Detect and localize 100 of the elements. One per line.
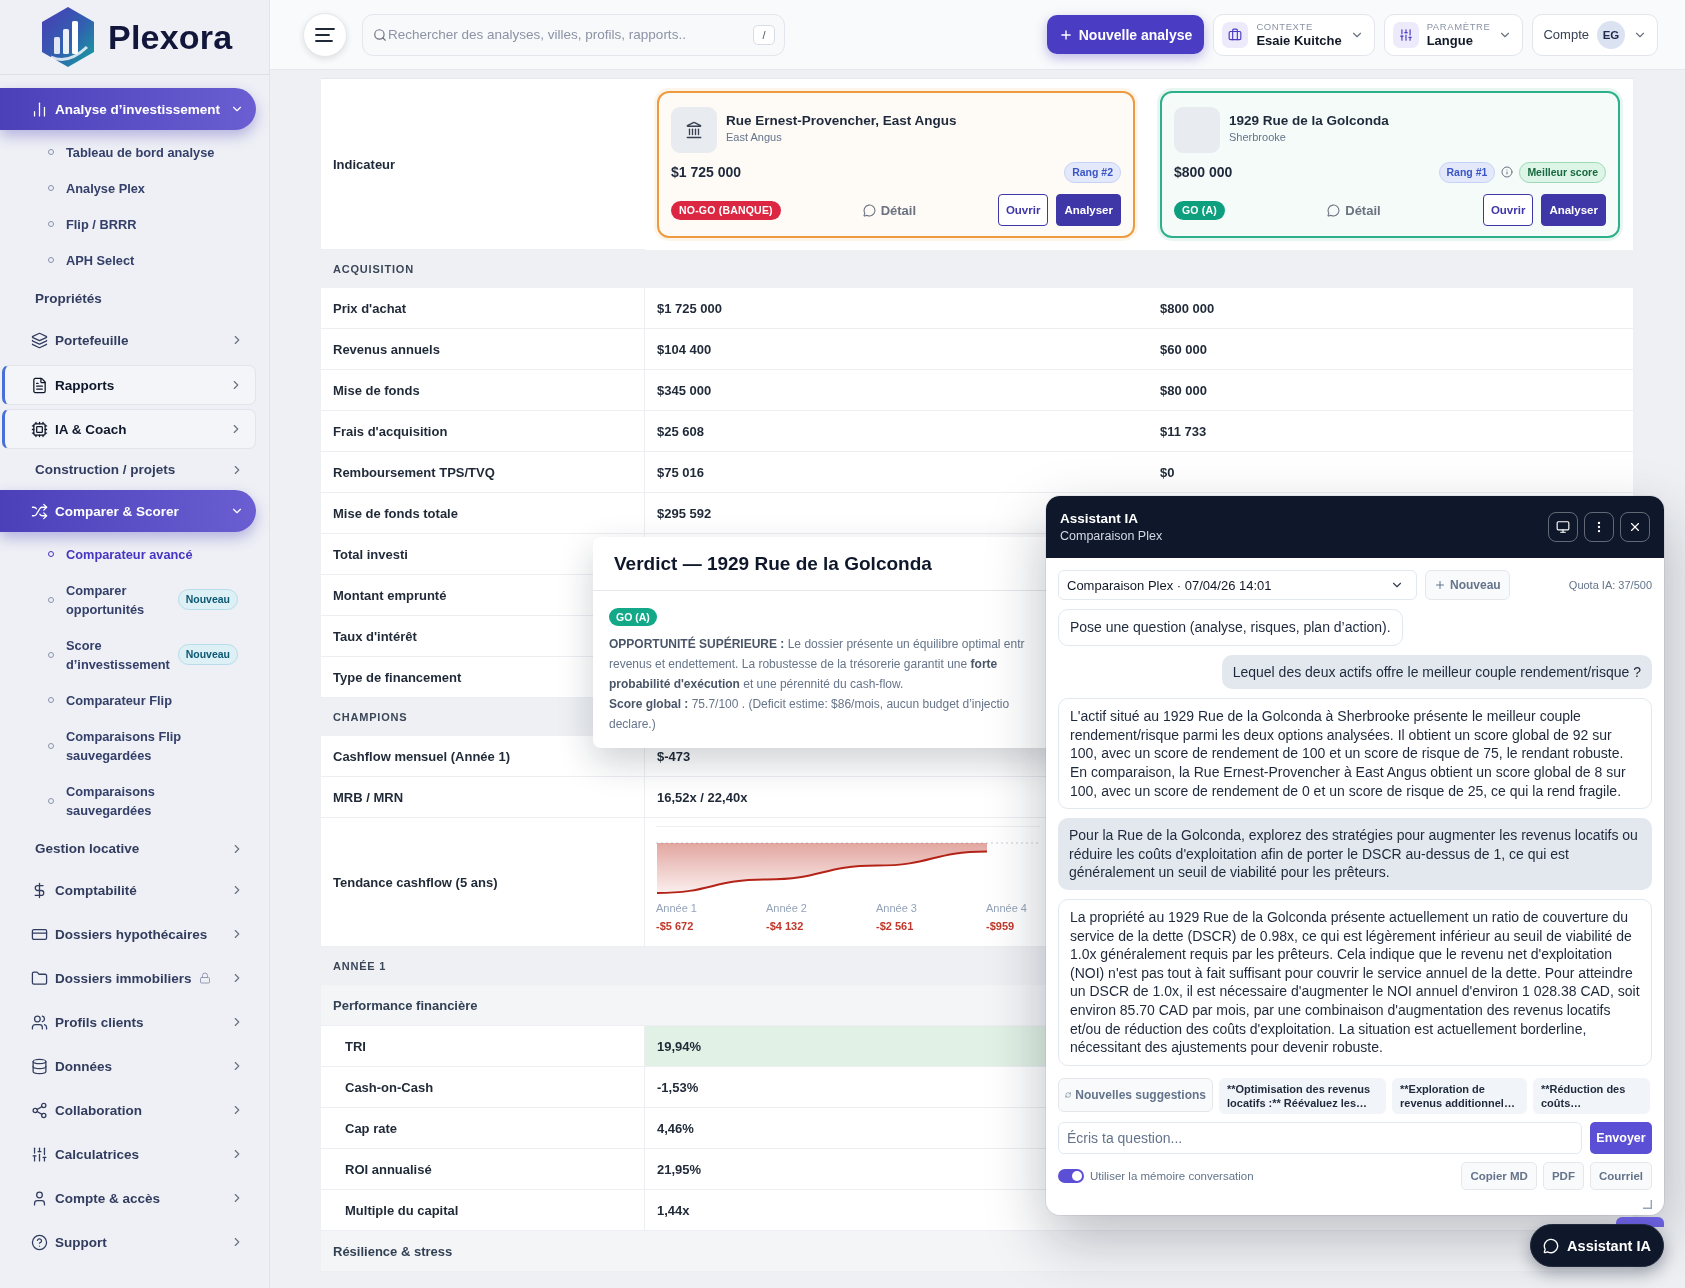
sidebar-item[interactable]: Comparer & Scorer bbox=[0, 490, 256, 532]
sidebar-subitem[interactable]: Flip / BRRR bbox=[48, 206, 238, 242]
folder-icon bbox=[31, 969, 48, 987]
analyze-button[interactable]: Analyser bbox=[1056, 194, 1121, 226]
building-icon bbox=[671, 107, 717, 153]
property-price: $800 000 bbox=[1174, 164, 1233, 180]
quota-label: Quota IA: 37/500 bbox=[1568, 579, 1652, 591]
sidebar-item[interactable]: IA & Coach bbox=[2, 409, 256, 449]
sidebar-subitem[interactable]: Tableau de bord analyse bbox=[48, 134, 238, 170]
sidebar-item[interactable]: Données bbox=[0, 1045, 256, 1087]
context-dropdown[interactable]: CONTEXTE Esaie Kuitche bbox=[1213, 13, 1375, 56]
sidebar-item[interactable]: Construction / projets bbox=[0, 451, 256, 488]
sidebar-item[interactable]: Dossiers immobiliers bbox=[0, 957, 256, 999]
question-input[interactable]: Écris ta question... bbox=[1058, 1121, 1582, 1154]
close-button[interactable] bbox=[1620, 512, 1650, 542]
value-label: -$959 bbox=[986, 920, 1015, 932]
detail-link[interactable]: Détail bbox=[1327, 202, 1381, 218]
monitor-icon bbox=[1556, 520, 1570, 534]
info-icon[interactable] bbox=[1501, 166, 1514, 178]
row-label: ROI annualisé bbox=[321, 1149, 645, 1190]
property-city: East Angus bbox=[726, 131, 783, 143]
export-button[interactable]: Courriel bbox=[1589, 1161, 1652, 1190]
open-button[interactable]: Ouvrir bbox=[1482, 194, 1534, 226]
refresh-suggestions-button[interactable]: Nouvelles suggestions bbox=[1058, 1077, 1213, 1112]
sidebar-item[interactable]: Calculatrices bbox=[0, 1133, 256, 1175]
new-conversation-button[interactable]: Nouveau bbox=[1425, 570, 1510, 600]
sidebar-subitem[interactable]: Score d’investissement Nouveau bbox=[48, 627, 238, 682]
chat-icon bbox=[1543, 1237, 1560, 1254]
sidebar-item[interactable]: Gestion locative bbox=[0, 830, 256, 867]
account-menu[interactable]: Compte EG bbox=[1532, 13, 1658, 56]
sidebar-item[interactable]: Analyse d’investissement bbox=[0, 88, 256, 130]
rank-badge: Rang #2 bbox=[1064, 161, 1121, 183]
more-button[interactable] bbox=[1584, 512, 1614, 542]
property-city: Sherbrooke bbox=[1229, 131, 1287, 143]
row-label: Cap rate bbox=[321, 1108, 645, 1149]
resize-grip-icon[interactable] bbox=[1643, 1199, 1652, 1209]
sidebar-item[interactable]: Compte & accès bbox=[0, 1177, 256, 1219]
sidebar-item[interactable]: Collaboration bbox=[0, 1089, 256, 1131]
axis-label: Année 4 bbox=[986, 902, 1027, 914]
section-heading: ACQUISITION bbox=[321, 250, 1633, 288]
menu-icon bbox=[315, 27, 335, 42]
row-label: Prix d'achat bbox=[321, 288, 645, 329]
briefcase-icon bbox=[1222, 21, 1249, 48]
verdict-badge: GO (A) bbox=[1174, 200, 1226, 220]
analyze-button[interactable]: Analyser bbox=[1541, 194, 1606, 226]
search-icon bbox=[373, 27, 387, 42]
row-label: MRB / MRN bbox=[321, 777, 645, 818]
new-analysis-button[interactable]: Nouvelle analyse bbox=[1046, 15, 1205, 54]
sidebar-subitem[interactable]: Comparateur Flip bbox=[48, 682, 238, 718]
verdict-badge: NO-GO (BANQUE) bbox=[671, 200, 781, 220]
sidebar-subitem[interactable]: Comparateur avancé bbox=[48, 536, 238, 572]
new-badge: Nouveau bbox=[177, 644, 238, 665]
suggestion-chip[interactable]: **Optimisation des revenus locatifs :** Réévaluez les… bbox=[1219, 1077, 1386, 1114]
open-button[interactable]: Ouvrir bbox=[997, 194, 1049, 226]
database-icon bbox=[31, 1057, 48, 1075]
property-price: $1 725 000 bbox=[671, 164, 742, 180]
monitor-button[interactable] bbox=[1548, 512, 1578, 542]
user-message: Pour la Rue de la Golconda, explorez des stratégies pour augmenter les revenus locatifs ou réduire les coûts d'exploitation afin de porter le DSCR au-dessus de 1, ce qui est généralement un seuil de viabilité pour les prêteurs. bbox=[1058, 818, 1652, 890]
assistant-message: L'actif situé au 1929 Rue de la Golconda à Sherbrooke présente le meilleur couple rendement/risque parmi les deux options analysées. Il obtient un score global de 92 sur 100, avec un score de rendement de 100 et un score de risque de 75, le rendant robuste. En comparaison, la Rue Ernest-Provencher à East Angus obtient un score global de 8 sur 100, avec un score de rendement de 0 et un score de risque de 25, ce qui la rend fragile. bbox=[1058, 698, 1652, 810]
detail-link[interactable]: Détail bbox=[862, 202, 917, 218]
settings-dropdown[interactable]: PARAMÈTRE Langue bbox=[1383, 13, 1524, 56]
export-button[interactable]: Copier MD bbox=[1461, 1161, 1537, 1190]
new-badge: Nouveau bbox=[177, 589, 238, 610]
sliders-icon bbox=[31, 1145, 48, 1163]
verdict-text: Score global : 75.7/100 . (Deficit estime: $86/mois, aucun budget d’injectio declare.) bbox=[609, 696, 1010, 733]
share-icon bbox=[31, 1101, 48, 1119]
menu-button[interactable] bbox=[303, 12, 347, 57]
sidebar-subitem[interactable]: Analyse Plex bbox=[48, 170, 238, 206]
speech-bubble-icon bbox=[862, 203, 876, 217]
rank-badge: Rang #1 bbox=[1438, 161, 1496, 183]
sidebar-item[interactable]: Propriétés bbox=[0, 280, 256, 317]
row-label: Frais d'acquisition bbox=[321, 411, 645, 452]
sidebar-subitem[interactable]: Comparaisons sauvegardées bbox=[48, 773, 238, 828]
sidebar-item[interactable]: Portefeuille bbox=[0, 319, 256, 361]
suggestion-chip[interactable]: **Exploration de revenus additionnel… bbox=[1392, 1077, 1527, 1114]
conversation-select[interactable]: Comparaison Plex · 07/04/26 14:01 bbox=[1058, 570, 1417, 600]
bar-chart-icon bbox=[31, 100, 48, 118]
sidebar-item[interactable]: Rapports bbox=[2, 365, 256, 405]
sidebar-item[interactable]: Profils clients bbox=[0, 1001, 256, 1043]
sidebar-item[interactable]: Comptabilité bbox=[0, 869, 256, 911]
plus-icon bbox=[1058, 27, 1073, 42]
memory-toggle[interactable] bbox=[1058, 1168, 1084, 1183]
axis-label: Année 3 bbox=[876, 902, 917, 914]
axis-label: Année 2 bbox=[766, 902, 807, 914]
assistant-button[interactable]: Assistant IA bbox=[1530, 1224, 1664, 1267]
sidebar-subitem[interactable]: APH Select bbox=[48, 242, 238, 278]
sidebar-subitem[interactable]: Comparaisons Flip sauvegardées bbox=[48, 718, 238, 773]
sidebar-subitem[interactable]: Comparer opportunités Nouveau bbox=[48, 572, 238, 627]
user-message: Lequel des deux actifs offre le meilleur couple rendement/risque ? bbox=[1221, 654, 1652, 690]
best-score-badge: Meilleur score bbox=[1519, 161, 1606, 183]
lock-icon bbox=[198, 972, 211, 984]
logo-icon bbox=[41, 7, 95, 67]
panel-title: Assistant IA bbox=[1060, 511, 1139, 526]
suggestion-chip[interactable]: **Réduction des coûts… bbox=[1533, 1077, 1650, 1114]
logo-text: Plexora bbox=[108, 17, 233, 57]
export-button[interactable]: PDF bbox=[1542, 1161, 1584, 1190]
send-button[interactable]: Envoyer bbox=[1590, 1121, 1652, 1154]
sidebar-item[interactable]: Support bbox=[0, 1221, 256, 1263]
assistant-message: Pose une question (analyse, risques, plan d’action). bbox=[1058, 609, 1403, 646]
sidebar-item[interactable]: Dossiers hypothécaires bbox=[0, 913, 256, 955]
